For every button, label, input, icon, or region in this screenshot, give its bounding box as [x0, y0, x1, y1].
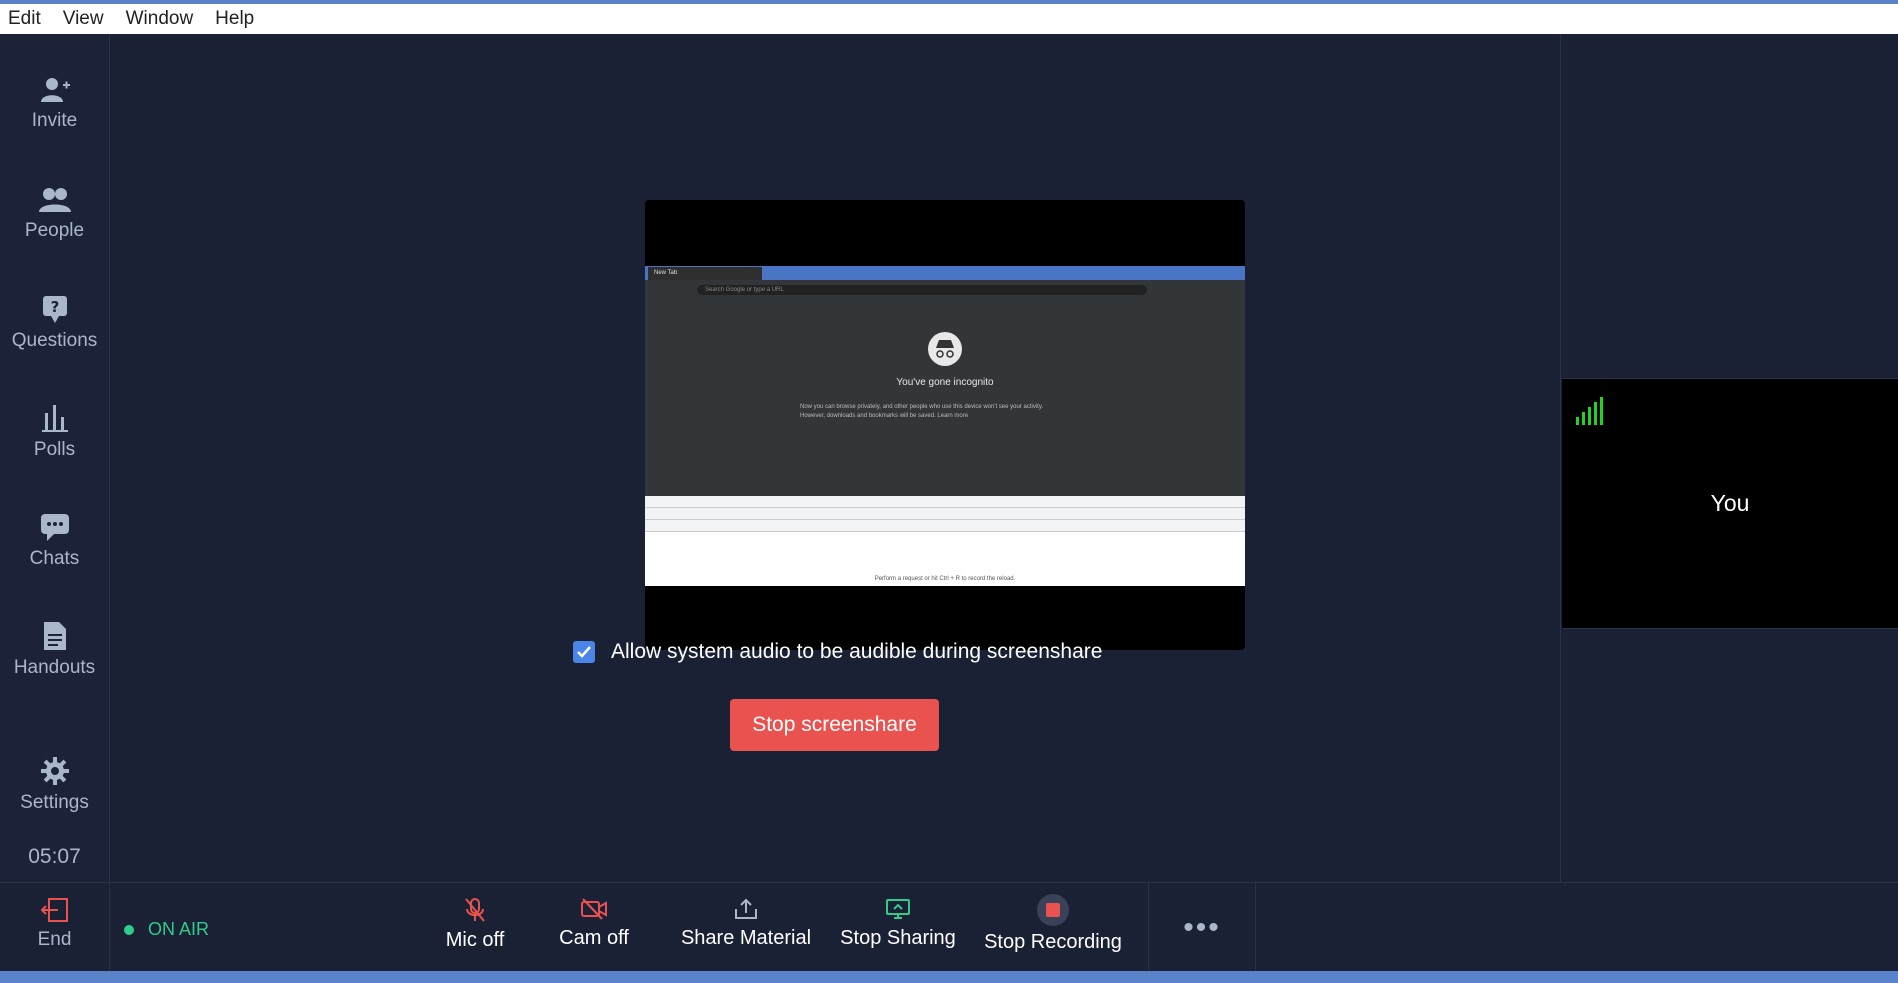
- stop-recording-button[interactable]: Stop Recording: [983, 883, 1123, 972]
- sidebar-item-invite[interactable]: Invite: [0, 76, 109, 132]
- screenshare-preview: New Tab Search Google or type a URL You'…: [645, 200, 1245, 650]
- mic-off-icon: [465, 898, 485, 922]
- gear-icon: [40, 757, 69, 785]
- end-button[interactable]: End: [0, 883, 110, 972]
- incognito-line-1: Now you can browse privately, and other …: [800, 404, 1044, 410]
- self-view-label: You: [1710, 490, 1750, 516]
- share-icon: [735, 898, 757, 919]
- cam-off-label: Cam off: [559, 927, 629, 949]
- devtools-filter-bar: [645, 520, 1245, 532]
- check-icon: [577, 646, 591, 658]
- menu-bar: Edit View Window Help: [0, 4, 1898, 34]
- cam-off-icon: [581, 898, 607, 920]
- sidebar-item-label: People: [24, 220, 85, 241]
- signal-strength-icon: [1576, 397, 1603, 425]
- screen-share-icon: [886, 899, 910, 919]
- stop-sharing-button[interactable]: Stop Sharing: [838, 883, 958, 972]
- sidebar-item-label: Polls: [33, 439, 76, 460]
- question-icon: ?: [42, 296, 67, 323]
- sidebar-item-polls[interactable]: Polls: [0, 403, 109, 461]
- mic-off-label: Mic off: [445, 929, 505, 951]
- menu-window[interactable]: Window: [118, 8, 208, 30]
- devtools-toolbar: [645, 508, 1245, 520]
- devtools-message: Perform a request or hit Ctrl + R to rec…: [874, 576, 1016, 582]
- browser-tab-strip: New Tab: [645, 266, 1245, 280]
- bottom-toolbar: End ON AIR Mic off Cam off Share Materia…: [0, 882, 1898, 972]
- allow-audio-label: Allow system audio to be audible during …: [611, 640, 1103, 663]
- allow-audio-option[interactable]: Allow system audio to be audible during …: [573, 640, 1102, 664]
- sidebar-item-people[interactable]: People: [0, 186, 109, 242]
- record-icon: [1037, 894, 1069, 926]
- polls-icon: [41, 405, 68, 432]
- sidebar-item-label: Handouts: [13, 657, 96, 678]
- on-air-dot: [124, 924, 134, 935]
- browser-tab: New Tab: [648, 267, 762, 280]
- sidebar-item-label: Invite: [31, 110, 78, 131]
- window-bottom-border: [0, 971, 1898, 983]
- sidebar-item-label: Settings: [20, 792, 89, 813]
- devtools-tabs: [645, 496, 1245, 508]
- add-user-icon: [40, 78, 70, 102]
- exit-icon: [40, 898, 68, 922]
- more-options-button[interactable]: •••: [1148, 883, 1256, 972]
- menu-edit[interactable]: Edit: [0, 8, 55, 30]
- sidebar-item-label: Questions: [11, 330, 98, 351]
- self-view-tile[interactable]: You: [1562, 378, 1898, 629]
- stop-screenshare-button[interactable]: Stop screenshare: [730, 699, 939, 751]
- svg-text:?: ?: [50, 298, 59, 316]
- incognito-title: You've gone incognito: [896, 377, 994, 388]
- main-stage: New Tab Search Google or type a URL You'…: [110, 34, 1560, 882]
- session-timer: 05:07: [28, 845, 81, 868]
- on-air-label: ON AIR: [148, 919, 210, 939]
- stop-recording-label: Stop Recording: [984, 931, 1122, 953]
- share-material-label: Share Material: [680, 927, 812, 949]
- incognito-description: Now you can browse privately, and other …: [800, 403, 1100, 421]
- sidebar-item-chats[interactable]: Chats: [0, 512, 109, 570]
- incognito-icon: [928, 332, 962, 366]
- end-label: End: [37, 929, 72, 950]
- stop-sharing-label: Stop Sharing: [840, 927, 956, 949]
- menu-help[interactable]: Help: [207, 8, 268, 30]
- chat-icon: [40, 514, 69, 541]
- incognito-line-2: However, downloads and bookmarks will be…: [800, 413, 969, 419]
- document-icon: [43, 622, 66, 650]
- sidebar-item-label: Chats: [29, 548, 80, 569]
- share-material-button[interactable]: Share Material: [680, 883, 812, 972]
- sidebar-item-handouts[interactable]: Handouts: [0, 621, 109, 679]
- shared-browser-window: New Tab Search Google or type a URL You'…: [645, 266, 1245, 586]
- mic-off-button[interactable]: Mic off: [435, 883, 515, 972]
- sidebar-item-settings[interactable]: Settings: [0, 756, 109, 814]
- devtools-panel: Perform a request or hit Ctrl + R to rec…: [645, 496, 1245, 586]
- menu-view[interactable]: View: [55, 8, 118, 30]
- cam-off-button[interactable]: Cam off: [554, 883, 634, 972]
- on-air-indicator: ON AIR: [124, 919, 209, 940]
- people-icon: [38, 188, 71, 212]
- sidebar-item-questions[interactable]: ? Questions: [0, 294, 109, 352]
- browser-address-bar: Search Google or type a URL: [697, 285, 1147, 295]
- sidebar: Invite People ? Questions Polls Chats Ha…: [0, 34, 110, 882]
- allow-audio-checkbox[interactable]: [573, 641, 595, 663]
